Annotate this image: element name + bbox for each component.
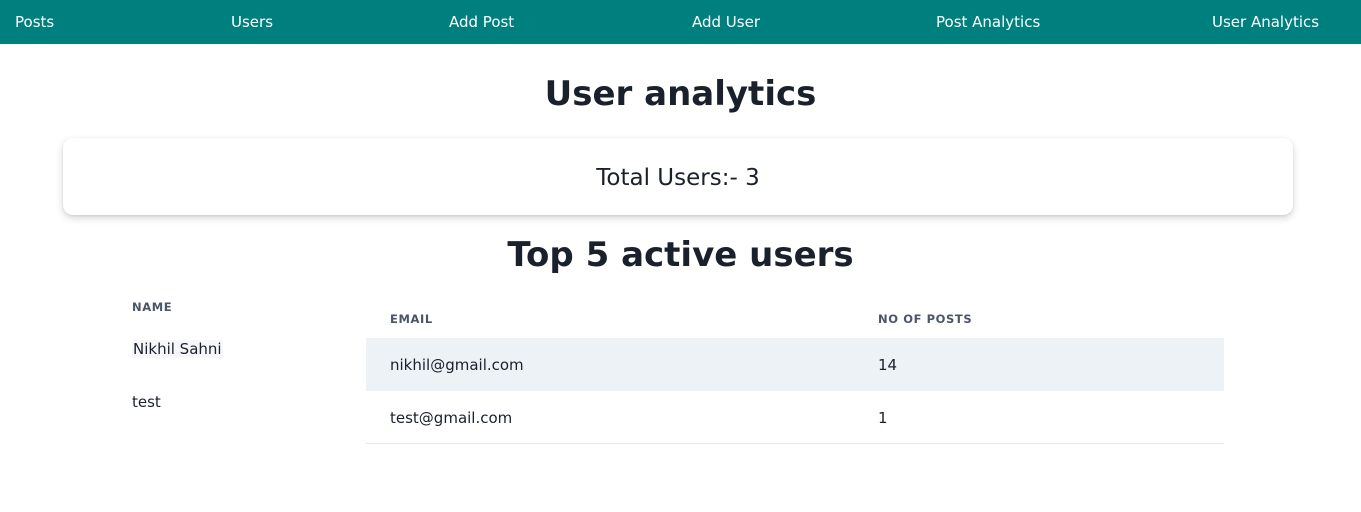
nav-add-post[interactable]: Add Post [449,0,514,44]
nav-users[interactable]: Users [231,0,273,44]
table-row: nikhil@gmail.com 14 [366,338,1224,391]
user-name-text: test [132,393,161,411]
post-count-cell: 1 [878,409,888,427]
top-navbar: Posts Users Add Post Add User Post Analy… [0,0,1361,44]
total-users-text: Total Users:- 3 [596,165,760,191]
nav-add-user[interactable]: Add User [692,0,760,44]
post-count-cell: 14 [878,356,898,374]
posts-column-header: NO OF POSTS [878,312,973,326]
nav-posts[interactable]: Posts [15,0,54,44]
top-users-title: Top 5 active users [507,235,854,275]
nav-user-analytics[interactable]: User Analytics [1212,0,1319,44]
table-row: test@gmail.com 1 [366,391,1224,444]
user-name-cell: Nikhil Sahni [132,340,223,358]
nav-post-analytics[interactable]: Post Analytics [936,0,1040,44]
email-cell: nikhil@gmail.com [390,356,524,374]
email-column-header: EMAIL [390,312,433,326]
name-column-header: NAME [132,300,173,314]
user-name-text: Nikhil Sahni [132,340,223,358]
user-name-cell: test [132,393,161,411]
total-users-card: Total Users:- 3 [63,138,1293,215]
email-cell: test@gmail.com [390,409,513,427]
page-title: User analytics [544,74,817,114]
